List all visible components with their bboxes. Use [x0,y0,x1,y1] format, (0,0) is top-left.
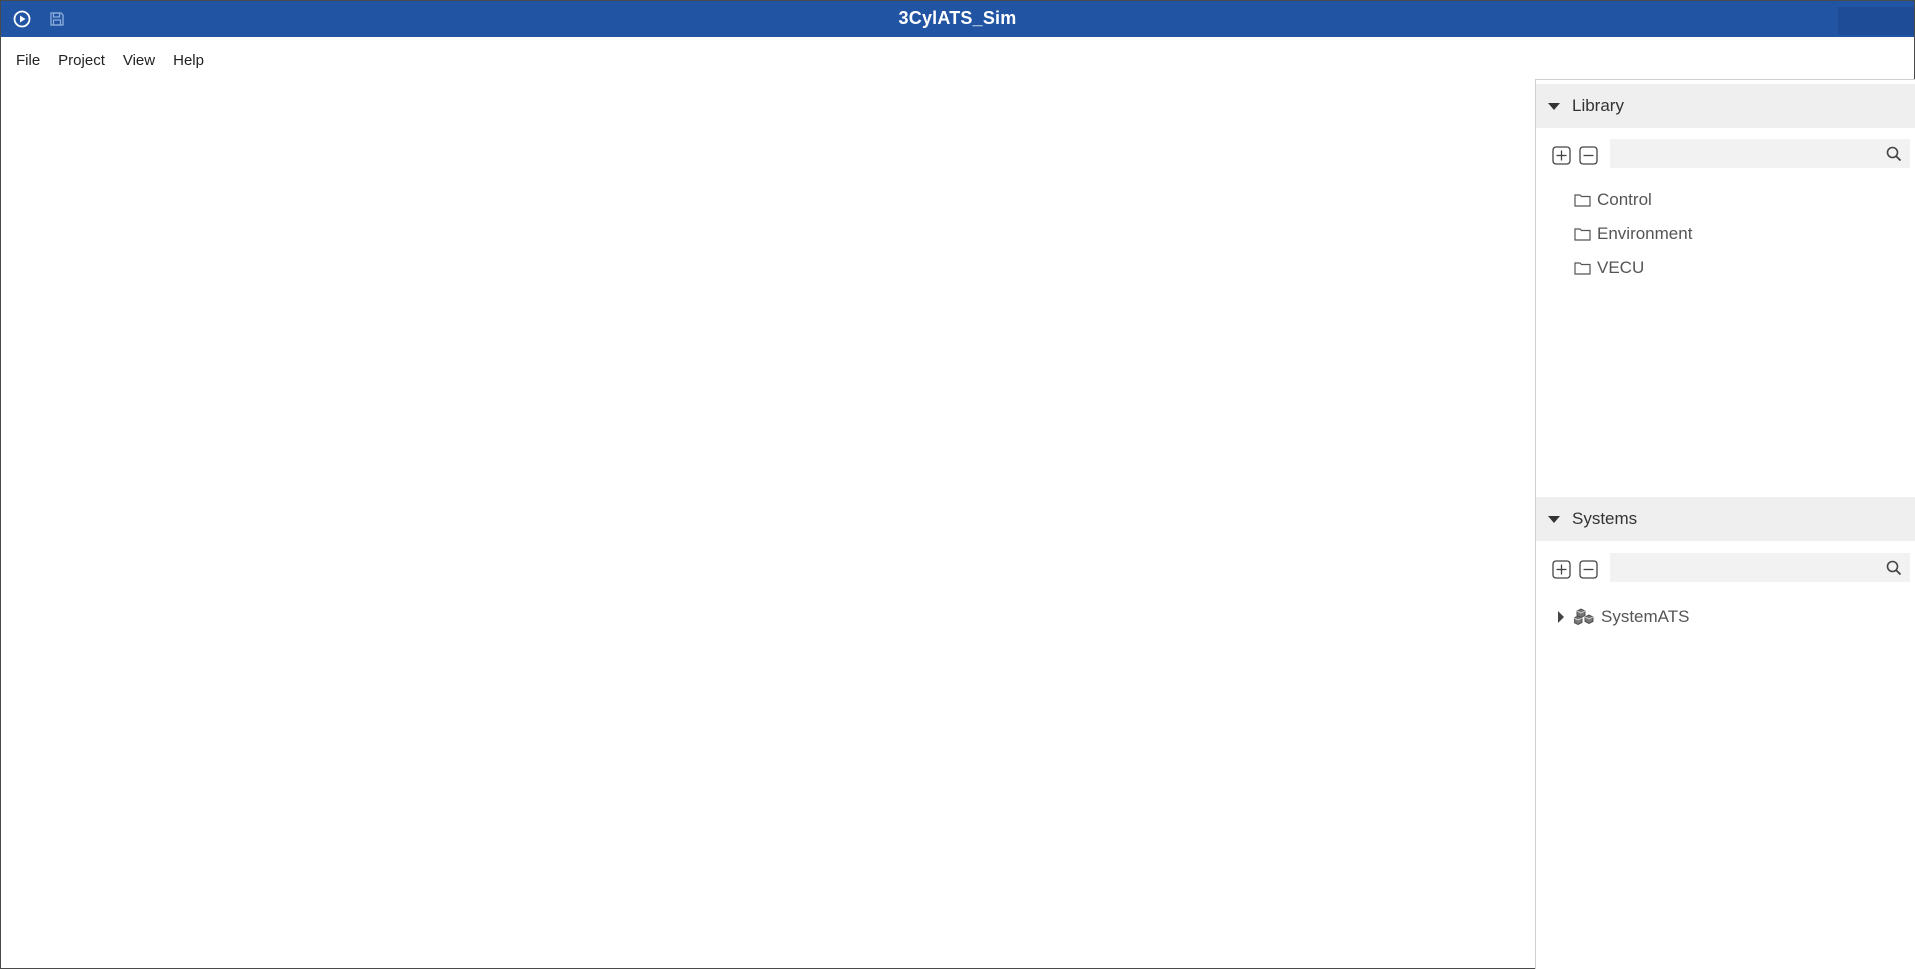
library-item-label: Control [1597,190,1652,209]
app-window: 3CylATS_Sim File Project View Help Libra… [0,0,1915,969]
window-title: 3CylATS_Sim [898,8,1017,28]
expand-arrow-icon[interactable] [1558,611,1564,623]
systems-item-systemats[interactable]: SystemATS [1558,607,1689,627]
library-item-environment[interactable]: Environment [1574,224,1692,244]
collapse-caret-icon[interactable] [1548,515,1560,523]
search-icon[interactable] [1886,146,1902,162]
expand-all-icon[interactable] [1552,560,1571,579]
collapse-all-icon[interactable] [1579,146,1598,165]
systems-toolbar [1536,550,1915,586]
menu-file[interactable]: File [7,48,49,73]
menu-view[interactable]: View [114,48,164,73]
collapse-caret-icon[interactable] [1548,102,1560,110]
collapse-all-icon[interactable] [1579,560,1598,579]
systems-title: Systems [1572,509,1638,528]
main-canvas[interactable] [2,83,1534,968]
search-icon[interactable] [1886,560,1902,576]
expand-all-icon[interactable] [1552,146,1571,165]
library-header[interactable]: Library [1536,84,1915,128]
right-panel: Library Control Environment VECU Systems… [1535,79,1915,969]
menu-help[interactable]: Help [164,48,213,73]
title-bar: 3CylATS_Sim [1,1,1914,37]
library-search-box [1610,139,1910,168]
system-cubes-icon [1574,608,1596,626]
library-item-control[interactable]: Control [1574,190,1652,210]
library-title: Library [1572,96,1624,115]
library-toolbar [1536,136,1915,172]
folder-icon [1574,226,1592,242]
systems-header[interactable]: Systems [1536,497,1915,541]
library-search-input[interactable] [1610,139,1910,168]
library-item-label: Environment [1597,224,1693,243]
systems-search-box [1610,553,1910,582]
folder-icon [1574,192,1592,208]
library-item-label: VECU [1597,258,1645,277]
title-bar-controls [1838,7,1914,35]
library-item-vecu[interactable]: VECU [1574,258,1644,278]
menu-project[interactable]: Project [49,48,114,73]
systems-search-input[interactable] [1610,553,1910,582]
folder-icon [1574,260,1592,276]
systems-item-label: SystemATS [1601,607,1690,626]
menu-bar: File Project View Help [1,37,213,83]
